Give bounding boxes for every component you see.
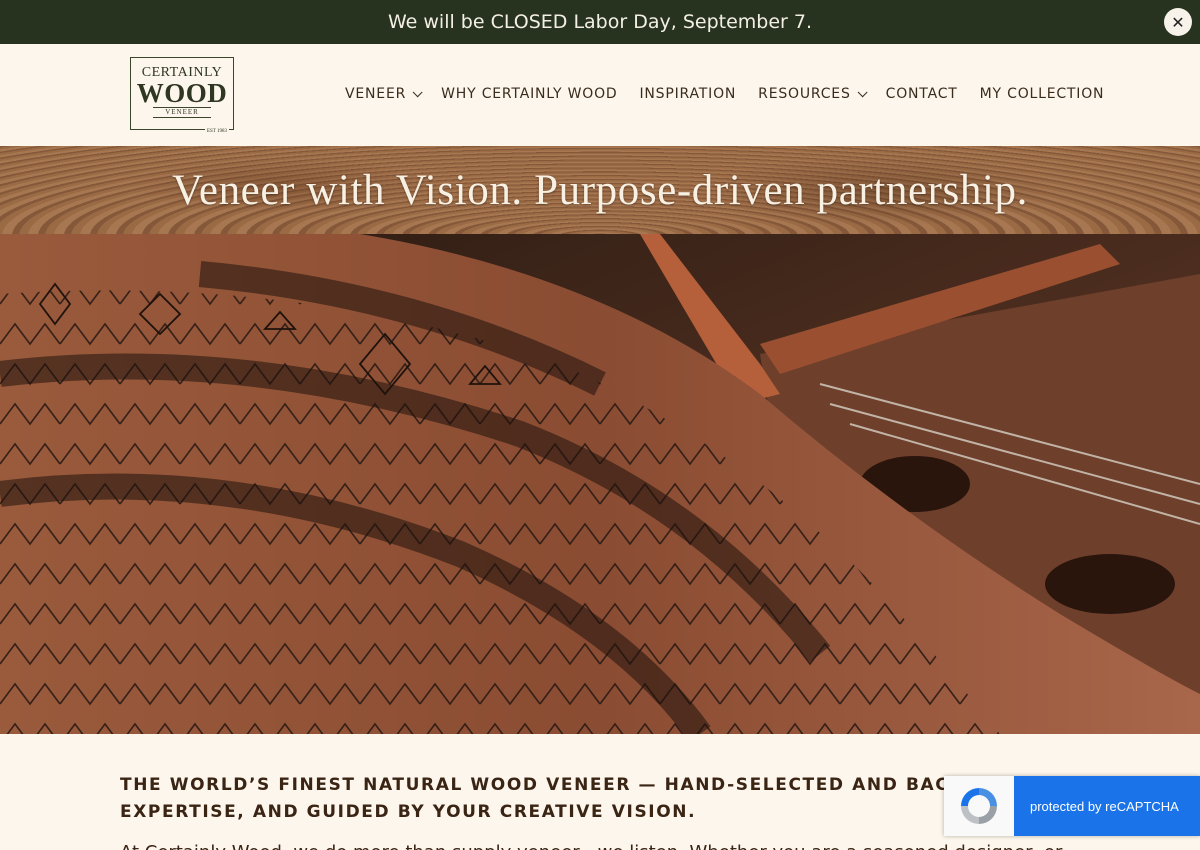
- recaptcha-badge[interactable]: protected by reCAPTCHA: [944, 776, 1200, 836]
- hero-image: [0, 234, 1200, 734]
- intro-section: THE WORLD’S FINEST NATURAL WOOD VENEER —…: [120, 772, 1080, 850]
- nav-item-label: MY COLLECTION: [979, 86, 1105, 102]
- nav-item-label: VENEER: [345, 86, 407, 102]
- logo-text-est: EST 1983: [204, 129, 229, 134]
- logo-text-main: WOOD: [136, 78, 228, 108]
- chevron-down-icon: [412, 86, 423, 97]
- nav-item-why-certainly-wood[interactable]: WHY CERTAINLY WOOD: [441, 86, 617, 102]
- announcement-bar: We will be CLOSED Labor Day, September 7…: [0, 0, 1200, 44]
- nav-item-label: RESOURCES: [758, 86, 851, 102]
- intro-paragraph: At Certainly Wood, we do more than suppl…: [120, 841, 1080, 850]
- recaptcha-icon: [944, 776, 1014, 836]
- main-nav: VENEER WHY CERTAINLY WOOD INSPIRATION RE…: [345, 44, 1104, 144]
- intro-tagline-line-2: EXPERTISE, AND GUIDED BY YOUR CREATIVE V…: [120, 802, 697, 822]
- nav-item-label: WHY CERTAINLY WOOD: [441, 86, 618, 102]
- announcement-text: We will be CLOSED Labor Day, September 7…: [387, 11, 813, 33]
- nav-item-label: CONTACT: [885, 86, 958, 102]
- nav-item-label: INSPIRATION: [639, 86, 737, 102]
- intro-tagline-line-1: THE WORLD’S FINEST NATURAL WOOD VENEER —…: [120, 775, 1029, 795]
- close-icon[interactable]: ✕: [1164, 8, 1192, 36]
- nav-item-my-collection[interactable]: MY COLLECTION: [980, 86, 1105, 102]
- chevron-down-icon: [857, 86, 868, 97]
- recaptcha-label: protected by reCAPTCHA: [1014, 776, 1200, 836]
- piano-photo: [0, 234, 1200, 734]
- nav-item-resources[interactable]: RESOURCES: [758, 86, 868, 102]
- hero-title: Veneer with Vision. Purpose-driven partn…: [172, 166, 1028, 214]
- nav-item-inspiration[interactable]: INSPIRATION: [639, 86, 736, 102]
- nav-item-veneer[interactable]: VENEER: [345, 86, 423, 102]
- hero-title-band: Veneer with Vision. Purpose-driven partn…: [0, 146, 1200, 234]
- intro-tagline: THE WORLD’S FINEST NATURAL WOOD VENEER —…: [120, 772, 1080, 826]
- site-header: CERTAINLY WOOD VENEER EST 1983 VENEER WH…: [0, 44, 1200, 146]
- logo-text-sub: VENEER: [153, 107, 211, 118]
- nav-item-contact[interactable]: CONTACT: [886, 86, 958, 102]
- certainly-wood-logo[interactable]: CERTAINLY WOOD VENEER EST 1983: [130, 57, 234, 134]
